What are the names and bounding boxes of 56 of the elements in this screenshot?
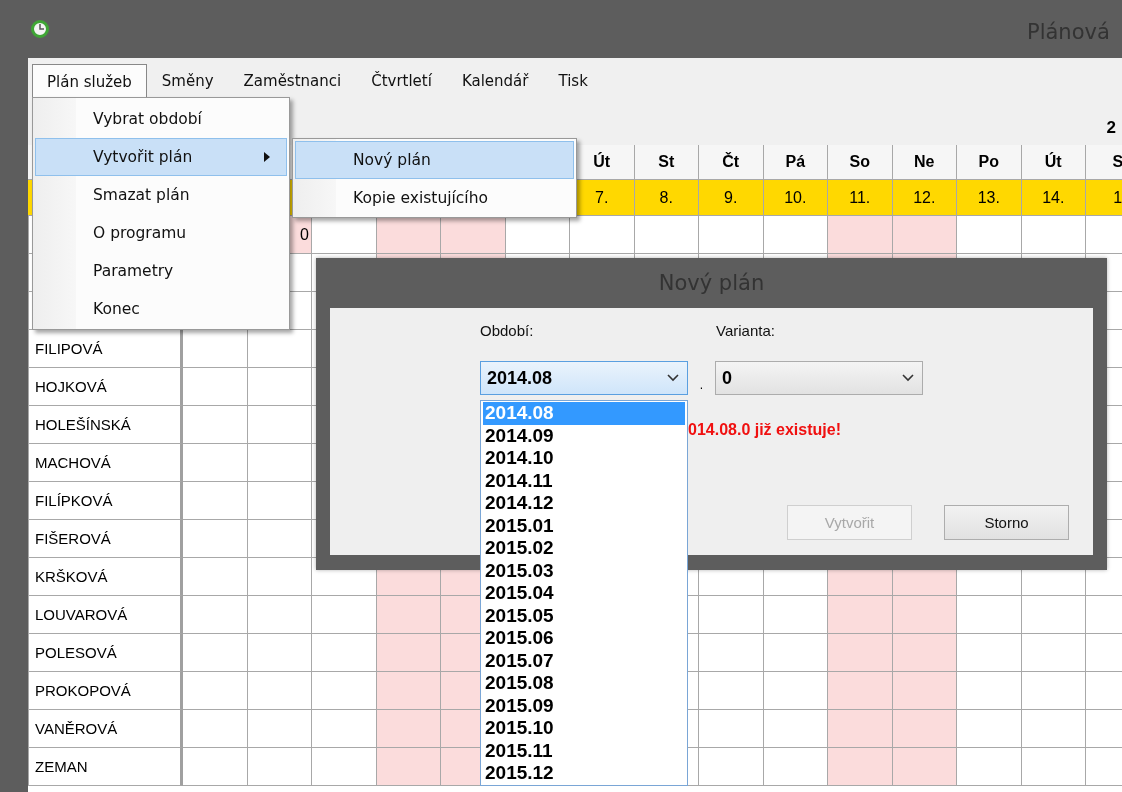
date-header: 14. xyxy=(1021,180,1086,216)
period-option[interactable]: 2015.01 xyxy=(483,514,685,537)
day-header: Pá xyxy=(763,145,828,180)
date-header: 12. xyxy=(892,180,957,216)
period-select[interactable]: 2014.08 xyxy=(480,361,688,395)
day-header: St xyxy=(634,145,699,180)
period-option[interactable]: 2015.10 xyxy=(483,717,685,740)
day-header: Ne xyxy=(892,145,957,180)
date-header: 8. xyxy=(634,180,699,216)
period-option[interactable]: 2015.05 xyxy=(483,604,685,627)
clock-icon xyxy=(31,20,49,38)
day-header: S xyxy=(1086,145,1122,180)
separator-dot: . xyxy=(698,377,705,392)
menu-item[interactable]: Konec xyxy=(35,290,287,328)
period-option[interactable]: 2015.03 xyxy=(483,559,685,582)
period-option[interactable]: 2015.07 xyxy=(483,649,685,672)
menu-bar-item[interactable]: Tisk xyxy=(543,64,603,98)
chevron-down-icon xyxy=(902,374,914,382)
menu-bar-item[interactable]: Čtvrtletí xyxy=(356,64,447,98)
period-option[interactable]: 2015.11 xyxy=(483,739,685,762)
date-header: 11. xyxy=(828,180,893,216)
day-header: Út xyxy=(1021,145,1086,180)
period-option[interactable]: 2014.10 xyxy=(483,447,685,470)
year-label: 2 xyxy=(1106,116,1116,138)
error-message: 014.08.0 již existuje! xyxy=(688,421,842,439)
period-option[interactable]: 2015.08 xyxy=(483,672,685,695)
period-option[interactable]: 2015.06 xyxy=(483,627,685,650)
date-header: 9. xyxy=(699,180,764,216)
menu-item[interactable]: Vytvořit plán xyxy=(35,138,287,176)
period-label: Období: xyxy=(480,322,535,339)
period-option[interactable]: 2015.04 xyxy=(483,582,685,605)
date-header: 10. xyxy=(763,180,828,216)
dialog-button[interactable]: Storno xyxy=(944,505,1069,540)
day-header: So xyxy=(828,145,893,180)
menu-item[interactable]: Parametry xyxy=(35,252,287,290)
period-option[interactable]: 2015.12 xyxy=(483,762,685,785)
period-option[interactable]: 2015.09 xyxy=(483,694,685,717)
variant-select[interactable]: 0 xyxy=(715,361,923,395)
period-option[interactable]: 2015.02 xyxy=(483,537,685,560)
menu-item[interactable]: Nový plán xyxy=(295,141,574,179)
menu-bar-item[interactable]: Zaměstnanci xyxy=(228,64,357,98)
period-option[interactable]: 2014.11 xyxy=(483,469,685,492)
date-header: 13. xyxy=(957,180,1022,216)
menu-item[interactable]: Smazat plán xyxy=(35,176,287,214)
menu-bar-item[interactable]: Plán služeb xyxy=(32,64,147,98)
variant-label: Varianta: xyxy=(716,322,775,339)
day-header: Po xyxy=(957,145,1022,180)
chevron-down-icon xyxy=(667,374,679,382)
period-option[interactable]: 2014.09 xyxy=(483,424,685,447)
menu-item[interactable]: Vybrat období xyxy=(35,100,287,138)
period-option[interactable]: 2014.12 xyxy=(483,492,685,515)
date-header: 1 xyxy=(1086,180,1122,216)
menu-bar-item[interactable]: Směny xyxy=(146,64,229,98)
day-header: Čt xyxy=(699,145,764,180)
menu-bar-item[interactable]: Kalendář xyxy=(446,64,544,98)
submenu-arrow-icon xyxy=(264,152,270,162)
